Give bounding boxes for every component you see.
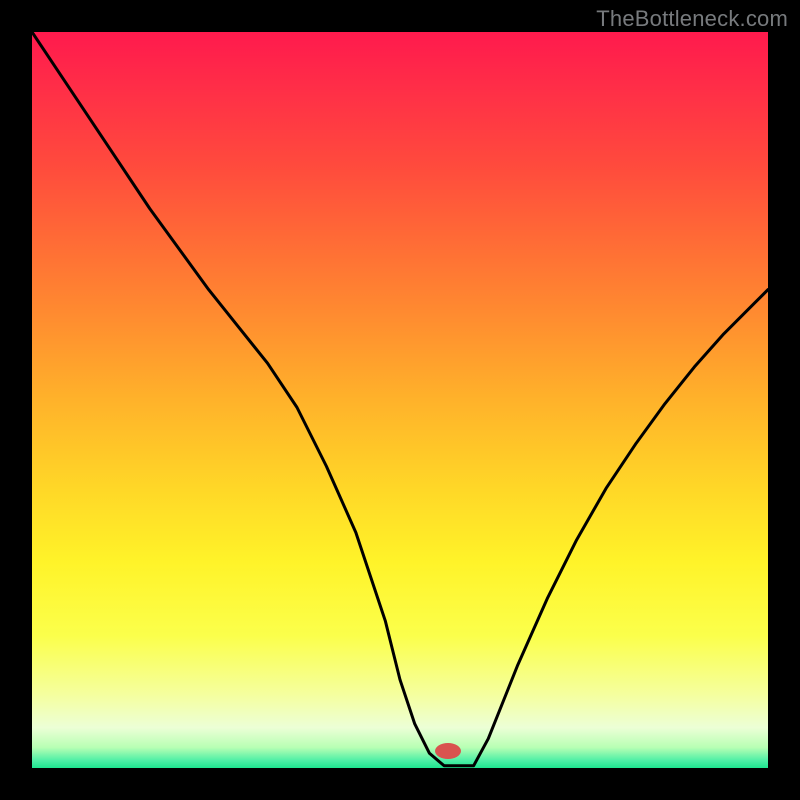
optimal-marker bbox=[435, 743, 461, 759]
chart-frame: TheBottleneck.com bbox=[0, 0, 800, 800]
bottleneck-curve bbox=[32, 32, 768, 768]
watermark-text: TheBottleneck.com bbox=[596, 6, 788, 32]
plot-area bbox=[32, 32, 768, 768]
